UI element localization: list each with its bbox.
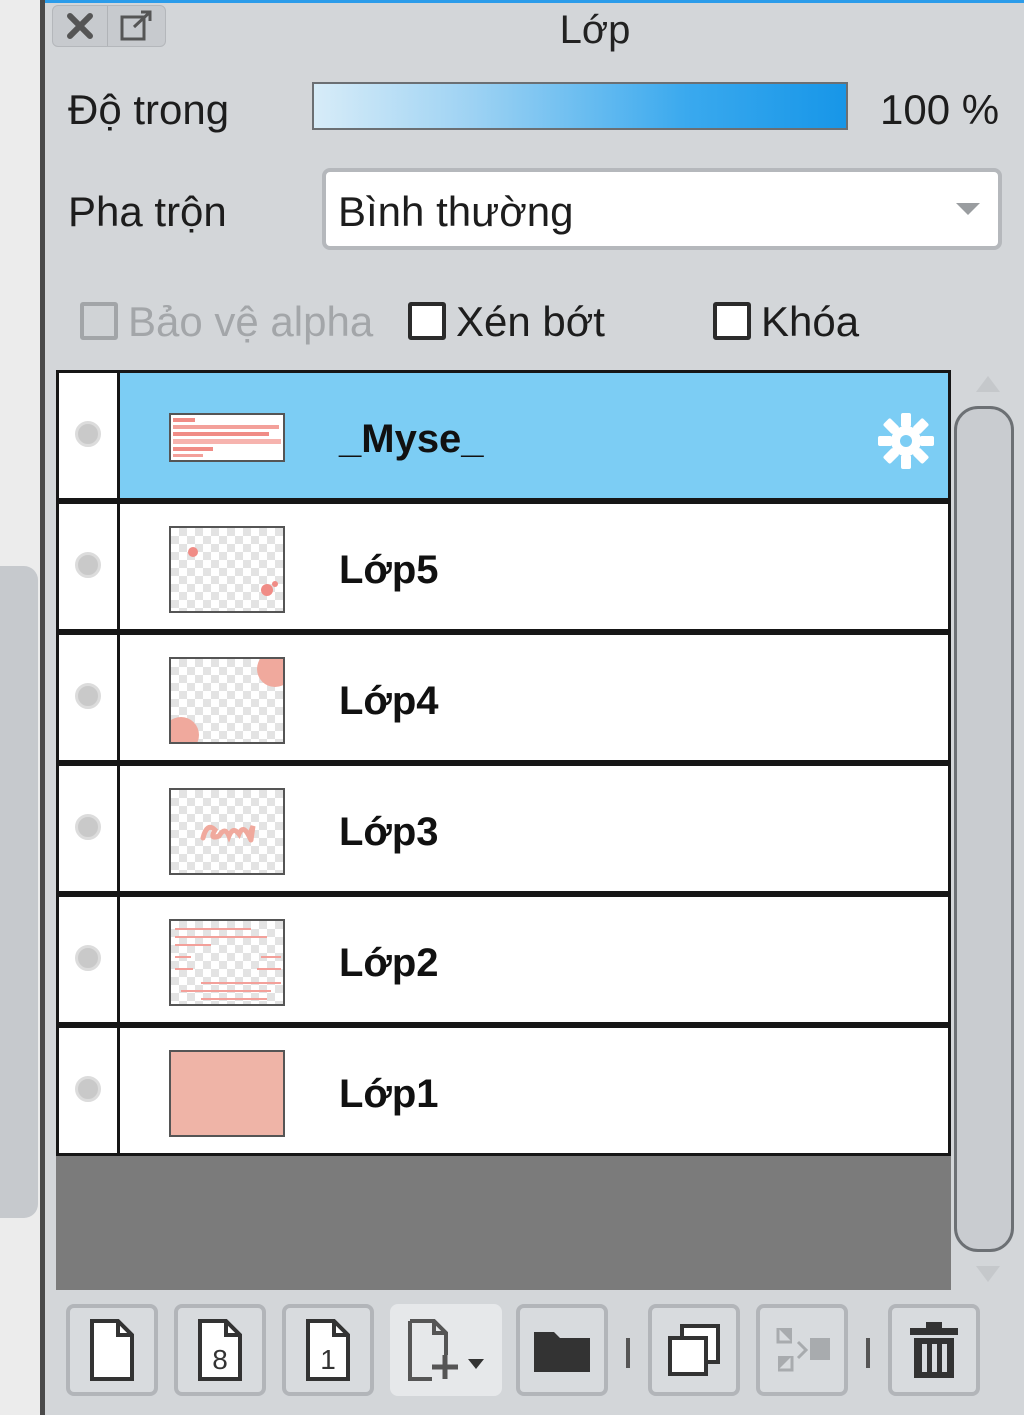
layer-thumbnail [169,919,285,1006]
toolbar-separator [626,1338,630,1368]
visibility-dot-icon[interactable] [75,421,101,447]
dots-thumbnail-icon [188,547,278,596]
layer-list: _Myse_ Lớp5 Lớp4 Lớp3 Lớp2 Lớp1 [56,370,951,1290]
new-layer-icon [90,1319,134,1381]
layer-thumbnail [169,526,285,613]
opacity-slider[interactable] [312,82,848,130]
layer-thumbnail [169,788,285,875]
layer-name: Lớp1 [339,1072,439,1116]
new-folder-button[interactable] [516,1304,608,1396]
duplicate-layer-button[interactable] [648,1304,740,1396]
chevron-down-icon [956,203,980,215]
visibility-cell[interactable] [59,1028,120,1153]
text-thumbnail-icon [173,418,281,457]
new-layer-button[interactable] [66,1304,158,1396]
layer-name: Lớp2 [339,941,439,985]
add-layer-dropdown-button[interactable] [390,1304,502,1396]
visibility-cell[interactable] [59,635,120,760]
clip-label: Xén bớt [456,298,605,345]
lock-checkbox[interactable] [713,302,751,340]
layer-row[interactable]: Lớp4 [56,632,951,763]
layer-row[interactable]: Lớp3 [56,763,951,894]
add-layer-dropdown-icon [408,1319,484,1381]
panel-top-highlight [45,0,1024,3]
visibility-dot-icon[interactable] [75,1076,101,1102]
visibility-cell[interactable] [59,373,120,498]
layer-thumbnail [169,657,285,744]
layer-row[interactable]: Lớp2 [56,894,951,1025]
new-1bit-layer-button[interactable]: 1 [282,1304,374,1396]
scroll-down-arrow-icon[interactable] [976,1266,1000,1282]
scroll-thumb[interactable] [954,406,1014,1252]
layer-row[interactable]: _Myse_ [56,370,951,501]
opacity-label: Độ trong [68,86,230,133]
new-8bit-layer-button[interactable]: 8 [174,1304,266,1396]
toolbar-separator [866,1338,870,1368]
layer-toolbar: 8 1 [56,1292,1024,1415]
svg-text:1: 1 [320,1344,336,1375]
circles-thumbnail-icon [171,659,283,742]
clip-checkbox[interactable] [408,302,446,340]
trash-icon [910,1322,958,1378]
visibility-dot-icon[interactable] [75,945,101,971]
new-1bit-layer-icon: 1 [306,1319,350,1381]
delete-layer-button[interactable] [888,1304,980,1396]
layer-name: Lớp3 [339,810,439,854]
script-thumbnail-icon [200,824,256,843]
frame-thumbnail-icon [175,928,281,1000]
layer-name: Lớp4 [339,679,439,723]
visibility-cell[interactable] [59,766,120,891]
visibility-dot-icon[interactable] [75,552,101,578]
adjacent-panel-tab[interactable] [0,566,38,1218]
new-8bit-layer-icon: 8 [198,1319,242,1381]
lock-label: Khóa [761,298,860,345]
layer-thumbnail [169,1050,285,1137]
visibility-dot-icon[interactable] [75,814,101,840]
protect-alpha-label: Bảo vệ alpha [128,298,374,345]
gear-icon[interactable] [876,411,936,471]
panel-title: Lớp [559,8,631,52]
blend-mode-select[interactable]: Bình thường [322,168,1002,250]
layer-name: _Myse_ [339,417,484,461]
protect-alpha-checkbox[interactable] [80,302,118,340]
folder-icon [534,1332,590,1372]
blend-mode-value: Bình thường [338,188,574,235]
merge-down-button[interactable] [756,1304,848,1396]
merge-down-icon [776,1328,830,1372]
duplicate-layer-icon [668,1324,720,1376]
layer-thumbnail [169,413,285,462]
scroll-up-arrow-icon[interactable] [976,376,1000,392]
layer-name: Lớp5 [339,548,439,592]
layer-list-scrollbar[interactable] [952,370,1020,1290]
layer-row[interactable]: Lớp1 [56,1025,951,1156]
visibility-cell[interactable] [59,897,120,1022]
svg-text:8: 8 [212,1344,228,1375]
blend-label: Pha trộn [68,188,227,235]
opacity-value: 100 % [880,86,1000,133]
visibility-cell[interactable] [59,504,120,629]
visibility-dot-icon[interactable] [75,683,101,709]
layer-row[interactable]: Lớp5 [56,501,951,632]
